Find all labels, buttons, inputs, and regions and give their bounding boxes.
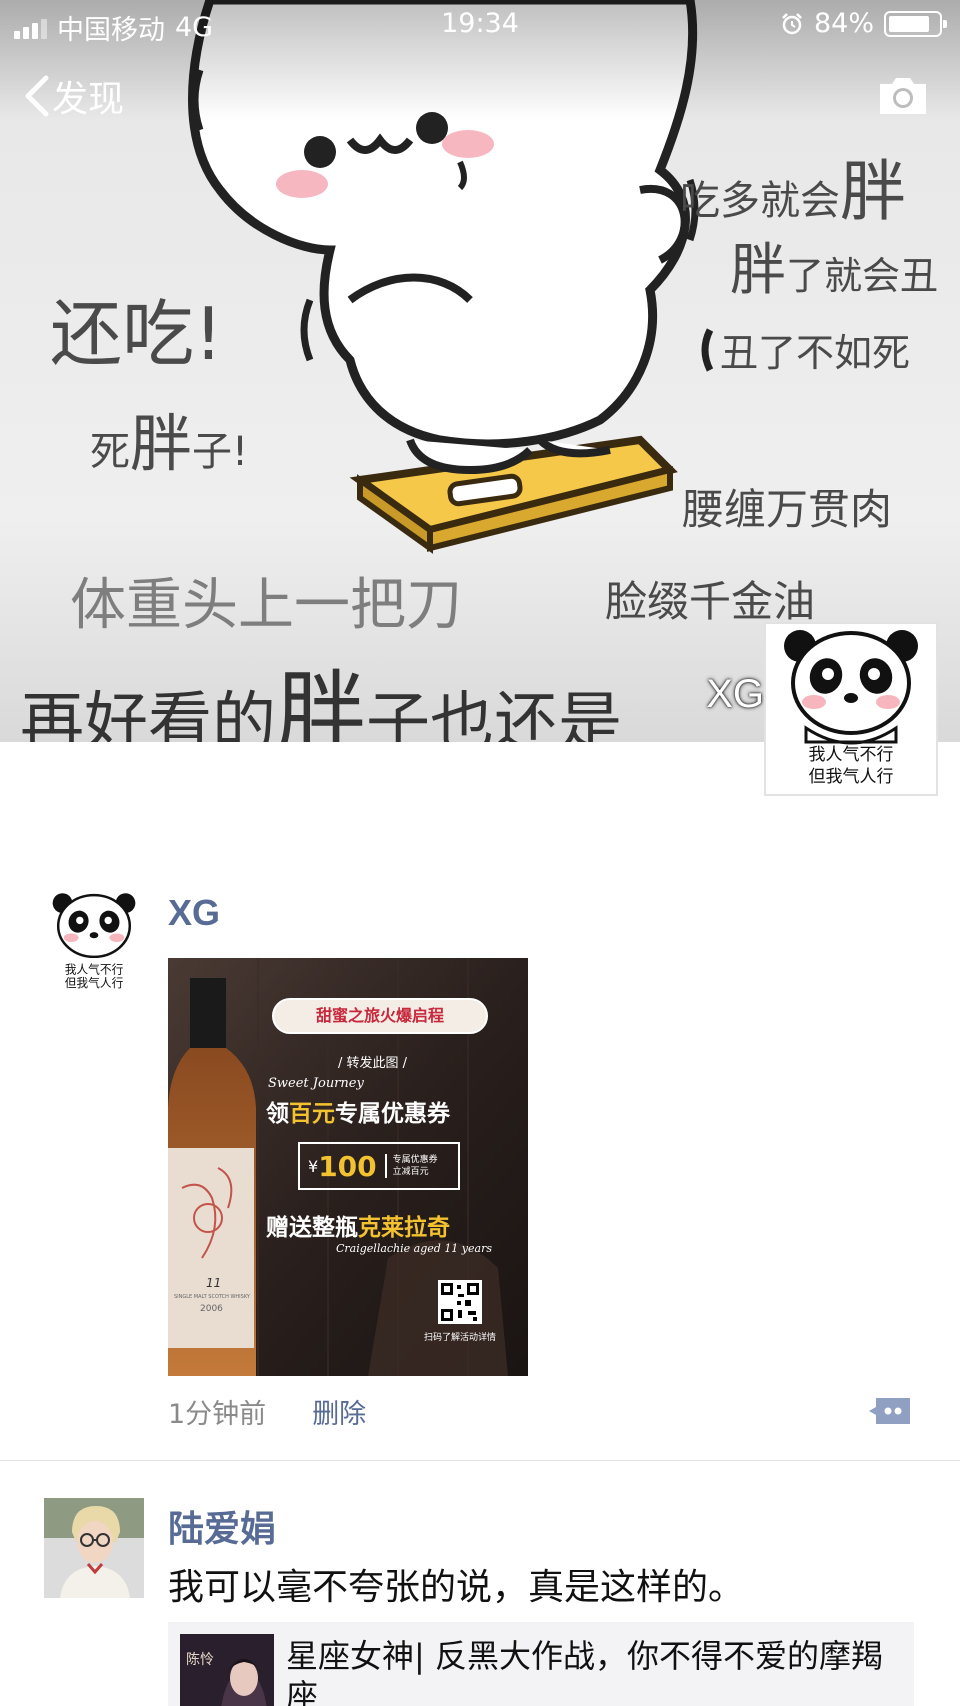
avatar-caption: 我人气不行 <box>65 962 124 976</box>
ad-gift-sub: Craigellachie aged 11 years <box>336 1242 492 1255</box>
post-author[interactable]: XG <box>168 892 220 934</box>
avatar-caption: 我人气不行 <box>809 745 894 765</box>
delete-button[interactable]: 删除 <box>312 1392 366 1431</box>
cover-line: 死胖子! <box>90 407 249 480</box>
back-button[interactable]: 发现 <box>22 70 124 122</box>
cover-line: 腰缠万贯肉 <box>682 485 893 534</box>
thumbnail-label: 陈怜 <box>186 1651 214 1668</box>
post-text: 我可以毫不夸张的说，真是这样的。 <box>168 1567 745 1608</box>
ad-script-title: Sweet Journey <box>268 1076 364 1091</box>
cover-line: 丑了不如死 <box>720 331 911 375</box>
cover-line: 胖了就会丑 <box>730 238 939 303</box>
cover-owner-name: XG <box>706 672 764 716</box>
back-label: 发现 <box>52 79 125 120</box>
chevron-left-icon <box>25 75 49 117</box>
cover-line: 再好看的胖子也还是 <box>20 661 622 742</box>
bottle-year: 2006 <box>200 1304 223 1314</box>
ad-banner: 甜蜜之旅火爆启程 <box>272 998 488 1034</box>
cover-line: 还吃! <box>50 292 223 376</box>
avatar-caption: 但我气人行 <box>65 976 124 990</box>
qr-code-icon <box>438 1280 482 1324</box>
post-meta: 1分钟前 删除 <box>168 1392 366 1431</box>
post-image[interactable]: 甜蜜之旅火爆启程 / 转发此图 / Sweet Journey 领百元专属优惠券… <box>168 958 528 1376</box>
shared-link-thumbnail: 陈怜 <box>180 1634 274 1706</box>
post-divider <box>0 1460 960 1461</box>
bottle-age: 11 <box>206 1276 222 1290</box>
panda-avatar-image: 我人气不行 但我气人行 <box>44 892 144 992</box>
battery-fill <box>889 15 930 32</box>
shared-link-card[interactable]: 陈怜 星座女神| 反黑大作战，你不得不爱的摩羯座 <box>168 1622 914 1706</box>
ad-gift: 赠送整瓶克莱拉奇 <box>266 1215 450 1241</box>
post-author[interactable]: 陆爱娟 <box>168 1500 276 1552</box>
user-photo-avatar <box>44 1498 144 1598</box>
alarm-icon <box>782 12 802 34</box>
bottle-type: SINGLE MALT SCOTCH WHISKY <box>174 1294 250 1300</box>
post-avatar[interactable] <box>44 1498 144 1598</box>
ad-forward-text: / 转发此图 / <box>338 1056 408 1071</box>
ad-coupon: ¥ 100 专属优惠券 立减百元 <box>298 1142 460 1190</box>
camera-icon[interactable] <box>876 74 930 118</box>
shared-link-title: 星座女神| 反黑大作战，你不得不爱的摩羯座 <box>286 1637 883 1706</box>
status-bar: 中国移动 4G 19:34 84% <box>0 0 960 48</box>
cover-line: 体重头上一把刀 <box>70 573 462 638</box>
battery-icon <box>884 10 947 37</box>
status-right: 84% <box>780 8 947 39</box>
panda-avatar-image: 我人气不行 但我气人行 <box>770 628 932 790</box>
post-avatar[interactable]: 我人气不行 但我气人行 <box>44 892 144 992</box>
article-thumbnail-image: 陈怜 <box>180 1634 274 1706</box>
battery-percent: 84% <box>813 8 874 39</box>
comment-bubble-icon[interactable] <box>868 1396 912 1426</box>
avatar-caption: 但我气人行 <box>809 767 894 787</box>
ad-headline: 领百元专属优惠券 <box>266 1101 450 1127</box>
post-time: 1分钟前 <box>168 1399 267 1430</box>
profile-avatar[interactable]: 我人气不行 但我气人行 <box>764 622 938 796</box>
ad-qr-caption: 扫码了解活动详情 <box>424 1333 497 1343</box>
cover-line: 脸缀千金油 <box>605 577 816 626</box>
cover-line: 吃多就会胖 <box>680 153 906 230</box>
